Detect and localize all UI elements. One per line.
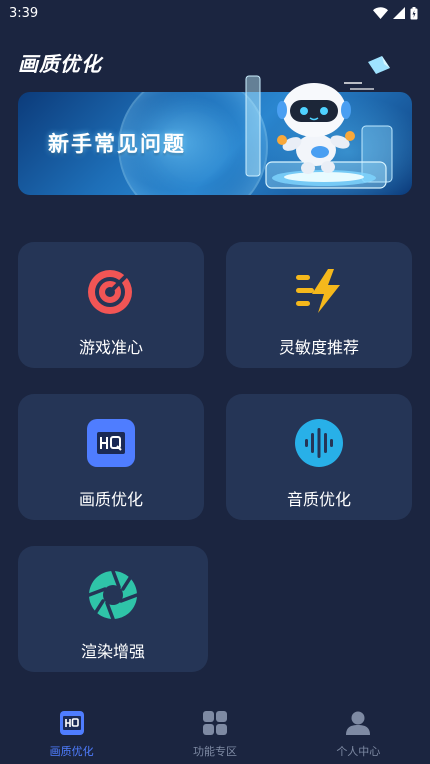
- robot-icon: [245, 75, 393, 189]
- card-label: 画质优化: [78, 490, 143, 509]
- card-crosshair[interactable]: 游戏准心: [18, 242, 204, 368]
- lightning-icon: [296, 269, 340, 313]
- tab-graphics[interactable]: 画质优化: [0, 700, 143, 764]
- signal-icon: [393, 7, 405, 19]
- tab-label: 画质优化: [49, 745, 94, 758]
- card-graphics[interactable]: 画质优化: [18, 394, 204, 520]
- card-audio[interactable]: 音质优化: [226, 394, 412, 520]
- bottom-tab-bar: 画质优化 功能专区 个人中心: [0, 700, 430, 764]
- card-label: 渲染增强: [80, 642, 145, 661]
- status-bar: 3:39: [0, 0, 430, 26]
- tab-label: 功能专区: [192, 745, 237, 758]
- target-icon: [88, 270, 132, 314]
- tab-label: 个人中心: [336, 745, 381, 758]
- sound-wave-icon: [295, 419, 343, 467]
- card-sensitivity[interactable]: 灵敏度推荐: [226, 242, 412, 368]
- hq-icon: [87, 419, 135, 467]
- status-icons: [373, 6, 418, 20]
- page-title: 画质优化: [18, 52, 102, 76]
- wifi-icon: [373, 7, 388, 19]
- tab-profile[interactable]: 个人中心: [287, 700, 430, 764]
- card-render[interactable]: 渲染增强: [18, 546, 208, 672]
- grid-icon: [202, 711, 227, 735]
- faq-banner[interactable]: 新手常见问题: [18, 75, 412, 195]
- banner-title: 新手常见问题: [48, 132, 186, 156]
- card-label: 游戏准心: [78, 338, 143, 357]
- hq-icon: [59, 711, 84, 735]
- status-time: 3:39: [9, 5, 39, 21]
- person-icon: [346, 711, 371, 735]
- battery-icon: [410, 6, 418, 19]
- card-label: 音质优化: [286, 490, 351, 509]
- tab-features[interactable]: 功能专区: [143, 700, 286, 764]
- card-label: 灵敏度推荐: [278, 338, 359, 357]
- aperture-icon: [88, 570, 138, 620]
